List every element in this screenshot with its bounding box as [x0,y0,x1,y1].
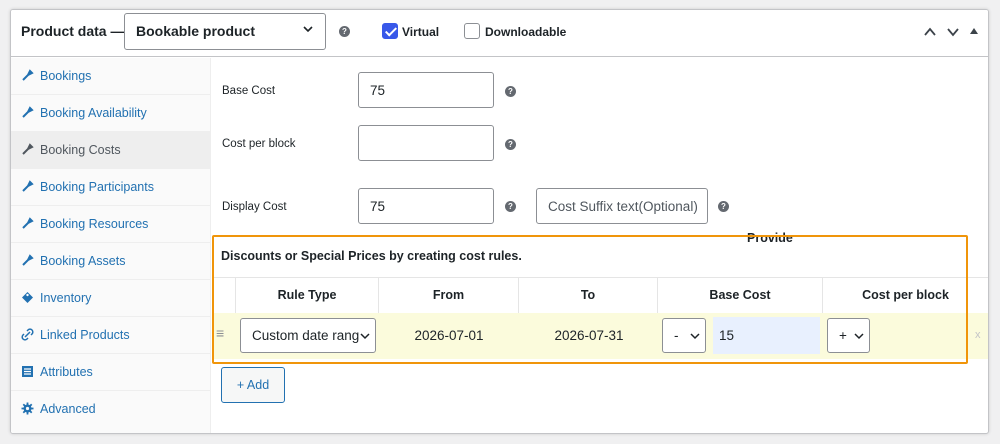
sidebar-item-label: Linked Products [40,328,130,342]
sidebar-item-linked-products[interactable]: Linked Products [11,317,210,354]
wrench-icon [22,106,34,118]
add-rule-button[interactable]: + Add [221,367,285,403]
sidebar-item-label: Inventory [40,291,92,305]
wrench-icon [22,69,34,81]
sidebar-item-label: Booking Costs [40,143,121,157]
chevron-down-icon [303,26,313,33]
product-data-panel: Product data — Bookable product ? Virtua… [10,9,989,434]
cost-rules-highlight [212,235,968,364]
sidebar-item-booking-resources[interactable]: Booking Resources [11,206,210,243]
sidebar-item-advanced[interactable]: Advanced [11,391,210,428]
wrench-icon [22,217,34,229]
downloadable-checkbox[interactable] [464,23,480,39]
sidebar-item-label: Attributes [40,365,93,379]
product-data-title: Product data — [21,23,125,39]
sidebar-item-label: Booking Availability [40,106,147,120]
display-cost-input[interactable]: 75 [358,188,494,224]
list-icon [22,366,33,377]
remove-rule-icon[interactable]: x [975,329,981,341]
sidebar-item-label: Booking Resources [40,217,149,231]
downloadable-label: Downloadable [485,25,567,39]
wrench-icon [22,143,34,155]
move-down-icon[interactable] [946,25,960,39]
product-data-header: Product data — Bookable product ? Virtua… [11,10,988,57]
link-icon [21,328,34,341]
cost-suffix-input[interactable]: Cost Suffix text(Optional) [536,188,708,224]
move-up-icon[interactable] [923,25,937,39]
gear-icon [21,402,34,415]
sidebar-item-label: Booking Participants [40,180,154,194]
product-type-value: Bookable product [136,23,256,39]
toggle-panel-icon[interactable] [969,26,979,36]
sidebar-item-booking-assets[interactable]: Booking Assets [11,243,210,280]
help-icon[interactable]: ? [505,201,516,212]
sidebar-item-booking-availability[interactable]: Booking Availability [11,95,210,132]
sidebar-item-label: Bookings [40,69,92,83]
wrench-icon [22,254,34,266]
sidebar-item-label: Advanced [40,402,96,416]
help-icon[interactable]: ? [505,86,516,97]
base-cost-input[interactable]: 75 [358,72,494,108]
help-icon[interactable]: ? [505,139,516,150]
tag-icon [22,292,33,303]
wrench-icon [22,180,34,192]
cost-per-block-input[interactable] [358,125,494,161]
sidebar-item-bookings[interactable]: Bookings [11,58,210,95]
cost-per-block-label: Cost per block [222,138,296,150]
base-cost-label: Base Cost [222,85,276,97]
product-data-tabs: Bookings Booking Availability Booking Co… [11,58,211,433]
virtual-label: Virtual [402,25,440,39]
help-icon[interactable]: ? [339,26,350,37]
product-type-select[interactable]: Bookable product [124,13,326,50]
sidebar-item-inventory[interactable]: Inventory [11,280,210,317]
sidebar-item-booking-participants[interactable]: Booking Participants [11,169,210,206]
display-cost-label: Display Cost [222,201,287,213]
sidebar-item-attributes[interactable]: Attributes [11,354,210,391]
virtual-checkbox[interactable] [382,23,398,39]
help-icon[interactable]: ? [718,201,729,212]
sidebar-item-label: Booking Assets [40,254,126,268]
sidebar-item-booking-costs[interactable]: Booking Costs [11,132,210,169]
